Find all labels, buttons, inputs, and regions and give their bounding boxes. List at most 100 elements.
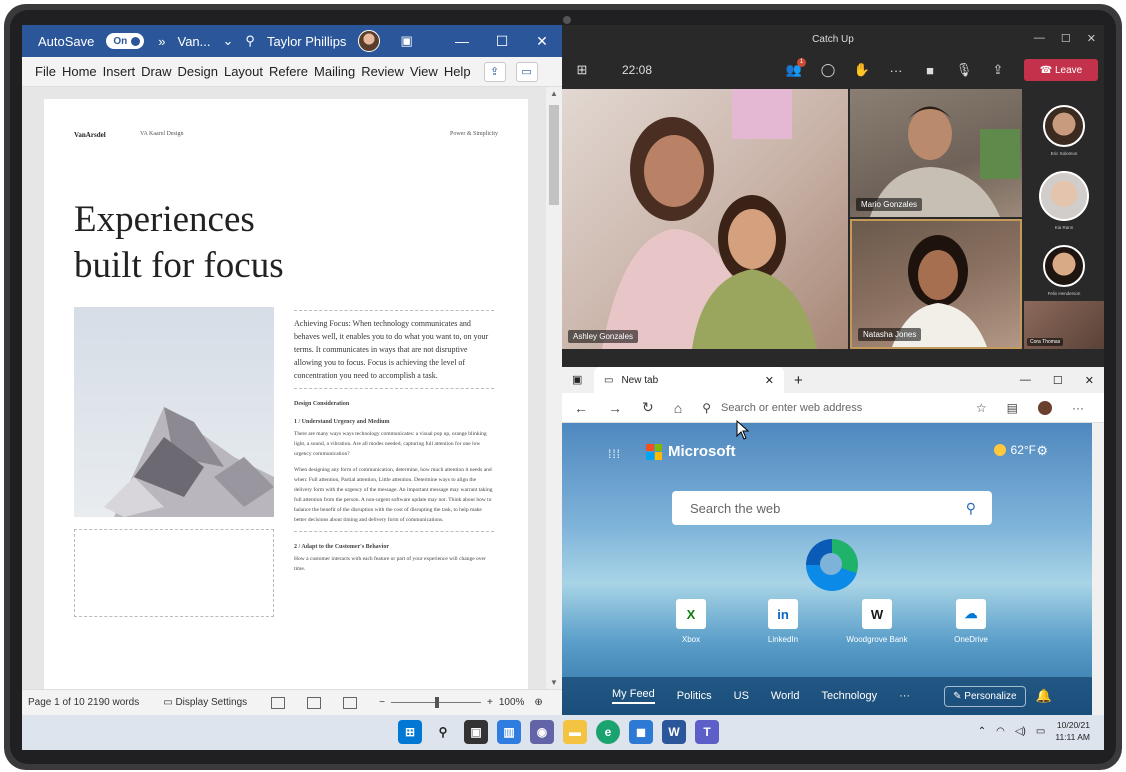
maximize-button[interactable]: ☐ [482,33,522,50]
feed-more-button[interactable]: ··· [899,690,910,702]
document-page[interactable]: VanArsdel VA Kaarel Design Power & Simpl… [44,99,528,699]
tab-draw[interactable]: Draw [138,64,174,79]
forward-icon[interactable]: → [608,400,622,416]
more-commands-button[interactable]: » [158,34,165,49]
ribbon-display-icon[interactable]: ▣ [400,33,412,49]
autosave-toggle[interactable]: On [106,33,145,49]
feed-tab-technology[interactable]: Technology [821,690,877,702]
quick-link-xbox[interactable]: X Xbox [646,599,736,644]
maximize-button[interactable]: ☐ [1061,32,1071,45]
scroll-down-icon[interactable]: ▼ [548,678,560,687]
tab-actions-icon[interactable]: ▣ [572,373,582,386]
comments-icon[interactable]: ▭ [515,61,538,82]
chevron-up-icon[interactable]: ⌃ [978,726,986,737]
zoom-slider-knob[interactable] [434,697,439,708]
avatar[interactable] [1043,245,1085,287]
user-name[interactable]: Taylor Phillips [267,34,346,49]
layout-grid-icon[interactable]: ⊞ [574,62,590,78]
feed-tab-us[interactable]: US [734,690,749,702]
share-icon[interactable]: ⇪ [483,61,506,82]
close-button[interactable]: ✕ [522,33,562,50]
quick-link-linkedin[interactable]: in LinkedIn [738,599,828,644]
share-screen-icon[interactable]: ⇪ [990,62,1006,78]
more-icon[interactable]: ··· [888,62,904,78]
home-icon[interactable]: ⌂ [674,400,682,416]
minimize-button[interactable]: — [442,33,482,50]
zoom-slider[interactable] [390,697,481,708]
close-tab-icon[interactable]: ✕ [765,374,774,387]
battery-icon[interactable]: ▭ [1036,726,1045,737]
video-tile-active[interactable]: Natasha Jones [850,219,1022,349]
zoom-in-button[interactable]: + [487,697,493,708]
chat-icon[interactable]: ◉ [530,720,554,744]
tab-help[interactable]: Help [441,64,474,79]
leave-button[interactable]: ☎ Leave [1024,59,1098,81]
participants-icon[interactable]: 👥 1 [786,58,806,78]
tab-mailings[interactable]: Mailing [311,64,358,79]
tab-references[interactable]: Refere [266,64,311,79]
word-icon[interactable]: W [662,720,686,744]
read-mode-icon[interactable] [271,696,286,709]
tab-file[interactable]: File [32,64,59,79]
microsoft-logo[interactable]: Microsoft [646,443,736,460]
video-tile[interactable]: Ashley Gonzales [562,89,848,349]
feed-tab-my-feed[interactable]: My Feed [612,688,655,704]
avatar[interactable] [358,30,381,52]
back-icon[interactable]: ← [574,400,588,416]
edge-icon[interactable]: e [596,720,620,744]
collections-icon[interactable]: ▤ [1007,401,1018,415]
close-button[interactable]: ✕ [1085,374,1094,387]
more-icon[interactable]: ··· [1072,401,1084,415]
print-layout-icon[interactable] [307,696,322,709]
page-scrollbar[interactable] [1092,423,1104,715]
app-launcher-icon[interactable]: ⁞⁞⁞ [608,447,621,461]
widgets-icon[interactable]: ▥ [497,720,521,744]
maximize-button[interactable]: ☐ [1053,374,1063,387]
page-count[interactable]: Page 1 of 10 2190 words [28,697,139,708]
refresh-icon[interactable]: ↻ [642,399,654,416]
camera-icon[interactable]: ■ [922,62,938,78]
display-settings-button[interactable]: ▭ Display Settings [163,697,247,708]
start-icon[interactable]: ⊞ [398,720,422,744]
mic-icon[interactable]: 🎙 [956,62,973,78]
close-button[interactable]: ✕ [1087,32,1096,45]
web-layout-icon[interactable] [343,696,358,709]
chevron-down-icon[interactable]: ⌄ [223,33,234,49]
vertical-scrollbar[interactable]: ▲ ▼ [546,87,562,689]
avatar[interactable] [1039,171,1089,221]
tab-insert[interactable]: Insert [100,64,139,79]
search-input[interactable]: Search the web ⚲ [672,491,992,525]
scroll-up-icon[interactable]: ▲ [548,89,560,98]
tab-review[interactable]: Review [358,64,407,79]
document-name[interactable]: Van... [178,34,211,49]
avatar[interactable] [1038,400,1052,415]
search-icon[interactable]: ⚲ [431,720,455,744]
quick-link-onedrive[interactable]: ☁ OneDrive [926,599,1016,644]
quick-link-woodgrove[interactable]: W Woodgrove Bank [832,599,922,644]
tab-design[interactable]: Design [175,64,221,79]
volume-icon[interactable]: ◁) [1015,726,1026,737]
avatar[interactable] [1043,105,1085,147]
clock[interactable]: 10/20/21 11:11 AM [1055,719,1090,743]
personalize-button[interactable]: ✎ Personalize [944,685,1026,707]
gear-icon[interactable]: ⚙ [1036,443,1048,459]
favorites-icon[interactable]: ☆ [976,401,987,415]
chat-icon[interactable]: ◯ [820,62,836,78]
address-input[interactable]: Search or enter web address [721,402,862,414]
store-icon[interactable]: ◼ [629,720,653,744]
search-icon[interactable]: ⚲ [966,500,976,517]
fit-icon[interactable]: ⊕ [534,697,542,708]
wifi-icon[interactable]: ◠ [996,726,1005,737]
weather-widget[interactable]: 62°F [993,443,1036,457]
scroll-thumb[interactable] [549,105,559,205]
minimize-button[interactable]: — [1020,374,1031,387]
feed-tab-politics[interactable]: Politics [677,690,712,702]
file-explorer-icon[interactable]: ▬ [563,720,587,744]
bell-icon[interactable]: 🔔 [1036,688,1052,704]
raise-hand-icon[interactable]: ✋ [854,62,870,78]
video-tile[interactable]: Cora Thomas [1024,301,1104,349]
tab-layout[interactable]: Layout [221,64,266,79]
teams-icon[interactable]: T [695,720,719,744]
tab-view[interactable]: View [407,64,441,79]
feed-tab-world[interactable]: World [771,690,800,702]
